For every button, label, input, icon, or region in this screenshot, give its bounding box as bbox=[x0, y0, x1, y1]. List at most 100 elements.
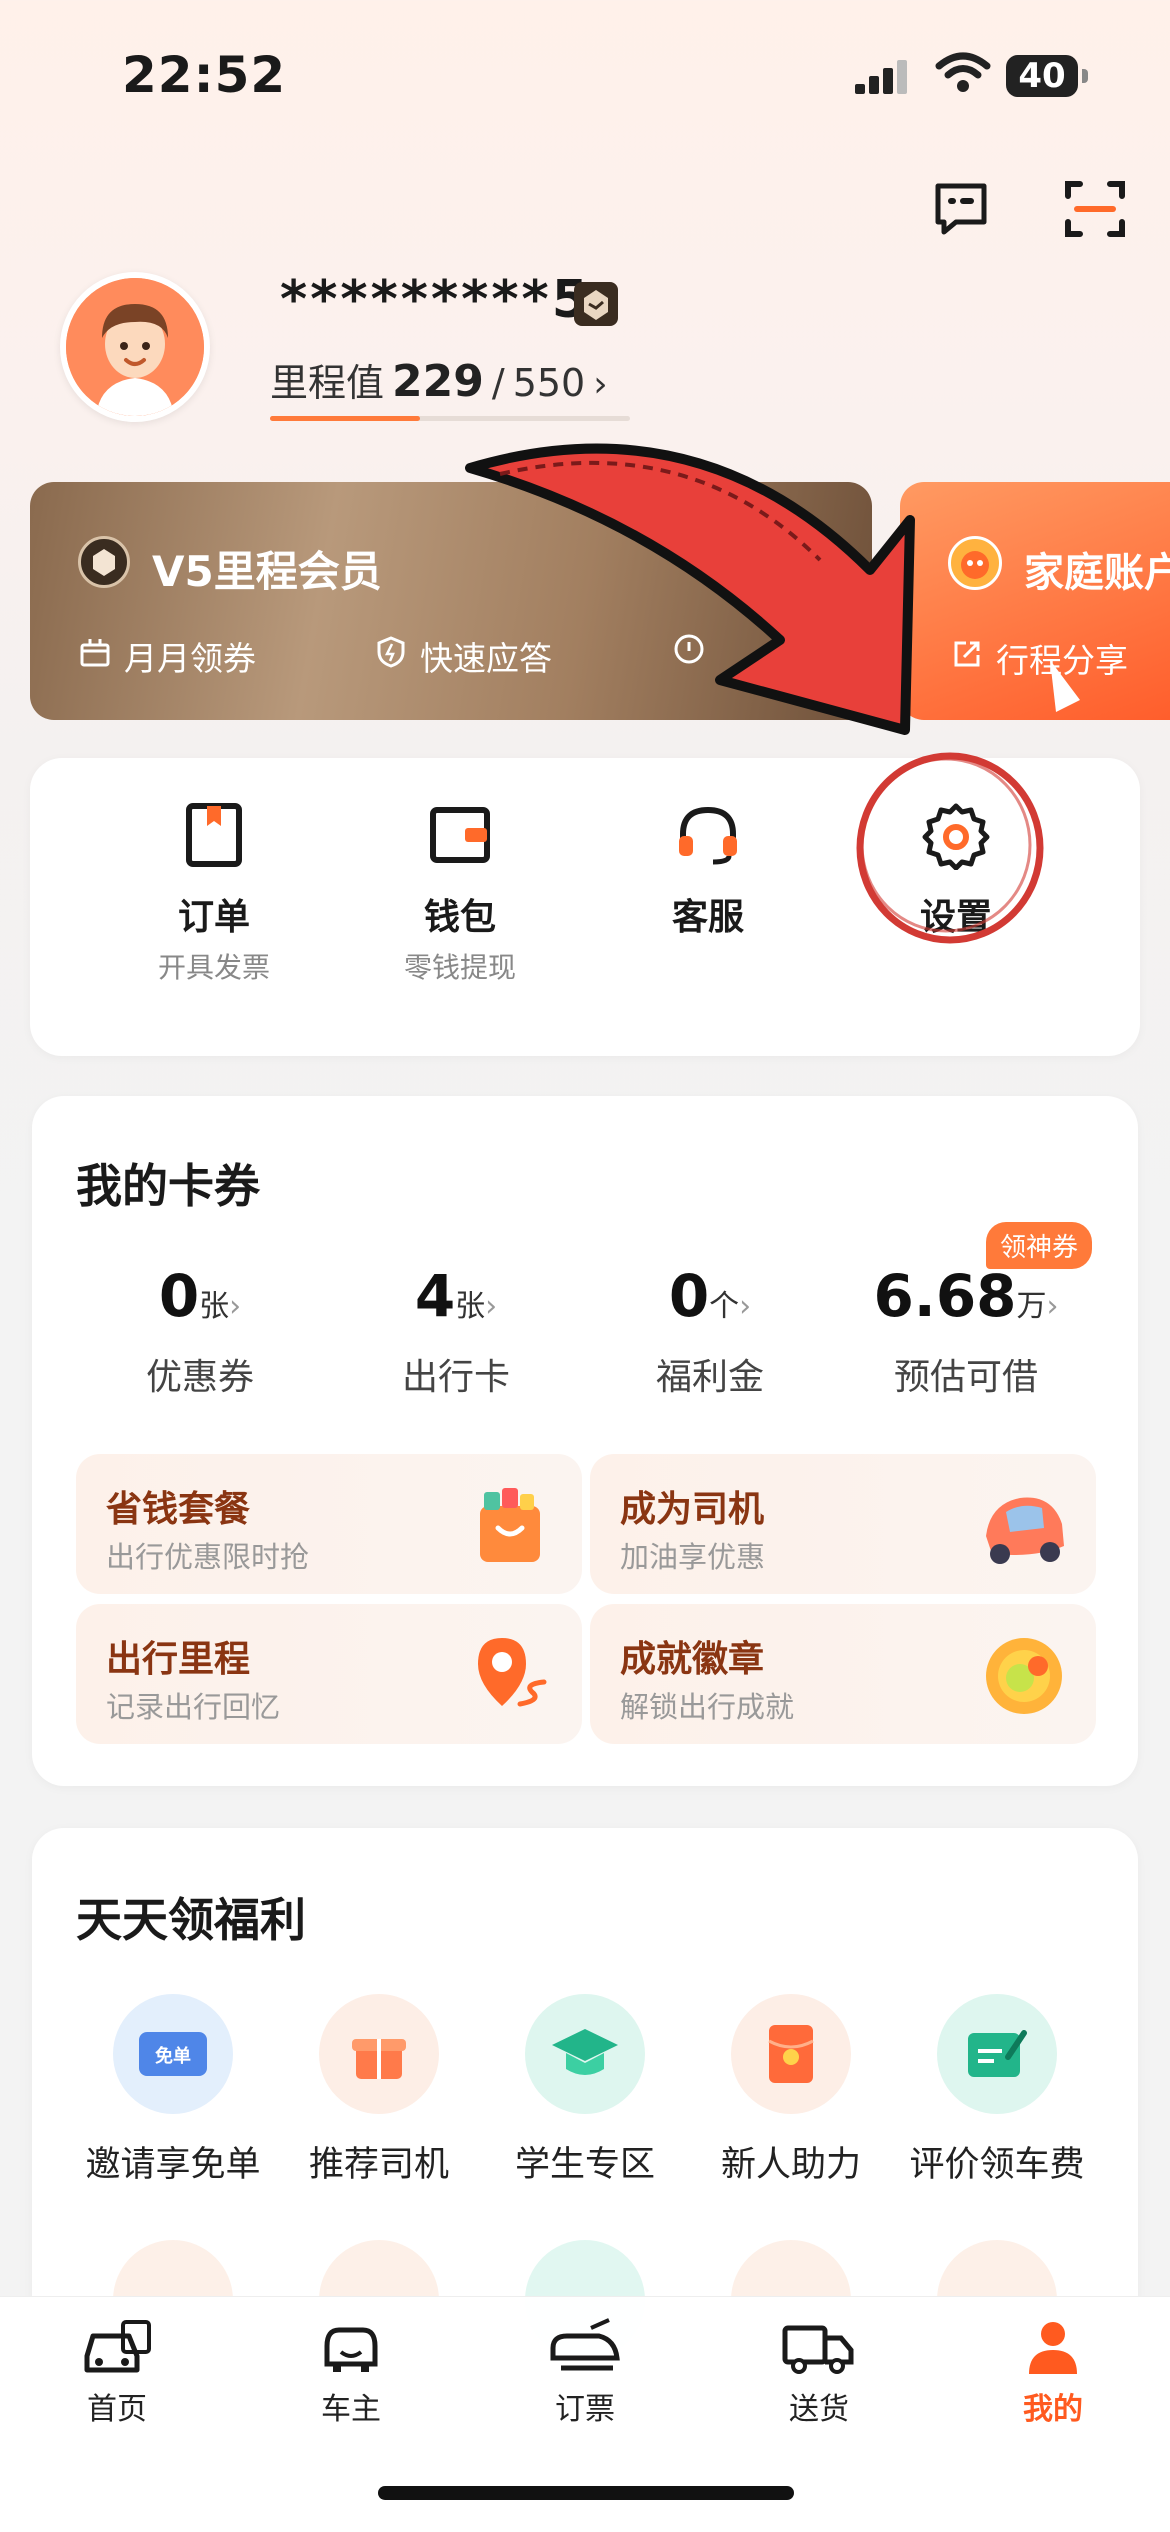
stat-value: 4 bbox=[414, 1262, 456, 1330]
quick-action-sub: 开具发票 bbox=[157, 951, 270, 984]
vip-perk-label: 快速应答 bbox=[420, 639, 552, 678]
promo-title: 成为司机 bbox=[620, 1489, 765, 1530]
welfare-label: 邀请享免单 bbox=[85, 2145, 261, 2185]
family-share[interactable]: 行程分享 bbox=[950, 634, 1128, 682]
info-circle-icon bbox=[672, 632, 706, 674]
vip-member-card[interactable] bbox=[30, 482, 872, 720]
status-time: 22:52 bbox=[122, 46, 287, 104]
promo-title: 省钱套餐 bbox=[106, 1489, 251, 1530]
stat-label: 出行卡 bbox=[401, 1357, 510, 1398]
avatar-illustration-icon bbox=[66, 278, 204, 416]
chevron-right-icon: › bbox=[739, 1289, 752, 1324]
scan-icon[interactable] bbox=[1064, 178, 1126, 240]
stat-credit[interactable]: 6.68万› 预估可借 bbox=[856, 1262, 1076, 1400]
message-icon[interactable] bbox=[930, 178, 992, 240]
quick-action-label: 客服 bbox=[671, 897, 744, 938]
username[interactable]: *********5 bbox=[280, 270, 591, 330]
stat-value: 0 bbox=[668, 1262, 710, 1330]
wallet-button[interactable]: 钱包 零钱提现 bbox=[360, 800, 560, 986]
stat-travel-cards[interactable]: 4张› 出行卡 bbox=[346, 1262, 566, 1400]
mileage-separator: / bbox=[491, 361, 505, 405]
driver-icon bbox=[324, 2327, 378, 2372]
welfare-label: 推荐司机 bbox=[308, 2145, 449, 2185]
car-home-icon bbox=[84, 2320, 151, 2373]
mileage-link[interactable]: 里程值 229 / 550 › bbox=[270, 352, 608, 407]
avatar[interactable] bbox=[60, 272, 210, 422]
quick-action-sub: 零钱提现 bbox=[403, 951, 516, 984]
tab-mine[interactable]: 我的 bbox=[978, 2318, 1128, 2428]
stat-label: 福利金 bbox=[655, 1357, 764, 1398]
chevron-right-icon: › bbox=[593, 364, 608, 405]
section-title: 我的卡券 bbox=[76, 1159, 260, 1213]
welfare-student-zone[interactable]: 学生专区 bbox=[480, 1994, 690, 2187]
section-title: 天天领福利 bbox=[76, 1893, 306, 1947]
tab-label: 首页 bbox=[87, 2392, 147, 2427]
promo-sub: 加油享优惠 bbox=[620, 1540, 766, 1574]
location-pin-icon bbox=[478, 1638, 547, 1707]
stat-welfare-fund[interactable]: 0个› 福利金 bbox=[600, 1262, 820, 1400]
stat-unit: 个 bbox=[709, 1289, 740, 1324]
gift-box-icon bbox=[78, 635, 112, 677]
mileage-max: 550 bbox=[512, 361, 586, 405]
mileage-label: 里程值 bbox=[270, 361, 385, 405]
order-button[interactable]: 订单 开具发票 bbox=[114, 800, 314, 986]
red-envelope-icon bbox=[731, 1994, 851, 2114]
train-icon bbox=[550, 2318, 620, 2371]
headset-icon bbox=[679, 806, 737, 865]
vip-title: V5里程会员 bbox=[152, 547, 382, 596]
review-icon bbox=[937, 1994, 1057, 2114]
medal-icon bbox=[986, 1638, 1062, 1714]
shopping-bag-icon bbox=[480, 1488, 540, 1562]
promo-saving-package[interactable]: 省钱套餐 出行优惠限时抢 bbox=[76, 1454, 582, 1594]
mileage-value: 229 bbox=[392, 356, 484, 407]
promo-become-driver[interactable]: 成为司机 加油享优惠 bbox=[590, 1454, 1096, 1594]
quick-action-label: 订单 bbox=[177, 897, 250, 938]
ticket-icon: 免单 bbox=[113, 1994, 233, 2114]
vip-perk-coupons: 月月领券 bbox=[78, 632, 256, 680]
mileage-progress-fill bbox=[270, 416, 420, 421]
welfare-recommend-driver[interactable]: 推荐司机 bbox=[274, 1994, 484, 2187]
stat-unit: 张 bbox=[455, 1289, 486, 1324]
share-icon bbox=[950, 637, 984, 679]
welfare-label: 新人助力 bbox=[720, 2145, 861, 2185]
stat-value: 6.68 bbox=[873, 1262, 1017, 1330]
vip-perk-label: 月月领券 bbox=[124, 639, 256, 678]
promo-title: 成就徽章 bbox=[620, 1639, 765, 1680]
settings-button[interactable]: 设置 bbox=[856, 800, 1056, 940]
tab-tickets[interactable]: 订票 bbox=[510, 2318, 660, 2428]
quick-action-label: 钱包 bbox=[423, 897, 496, 938]
vip-level-icon bbox=[574, 282, 618, 326]
vip-perk-fast-response: 快速应答 bbox=[374, 632, 552, 680]
chevron-right-icon: › bbox=[229, 1289, 242, 1324]
stat-coupons[interactable]: 0张› 优惠券 bbox=[90, 1262, 310, 1400]
stat-value: 0 bbox=[158, 1262, 200, 1330]
welfare-label: 学生专区 bbox=[514, 2145, 655, 2185]
welfare-newbie-boost[interactable]: 新人助力 bbox=[686, 1994, 896, 2187]
vip-logo-icon bbox=[78, 536, 130, 588]
tab-driver[interactable]: 车主 bbox=[276, 2318, 426, 2428]
tab-label: 我的 bbox=[1023, 2392, 1083, 2427]
tab-delivery[interactable]: 送货 bbox=[744, 2318, 894, 2428]
tab-label: 订票 bbox=[555, 2392, 615, 2427]
stat-label: 优惠券 bbox=[145, 1357, 254, 1398]
cellular-signal-icon bbox=[855, 60, 907, 94]
ticket-icon-text: 免单 bbox=[155, 2045, 191, 2067]
tab-home[interactable]: 首页 bbox=[42, 2318, 192, 2428]
gift-icon bbox=[319, 1994, 439, 2114]
promo-sub: 解锁出行成就 bbox=[620, 1690, 795, 1724]
promo-sub: 出行优惠限时抢 bbox=[106, 1540, 310, 1574]
customer-service-button[interactable]: 客服 bbox=[608, 800, 808, 940]
welfare-review-fare[interactable]: 评价领车费 bbox=[892, 1994, 1102, 2187]
quick-action-label: 设置 bbox=[919, 897, 992, 938]
welfare-invite-free-ride[interactable]: 免单 邀请享免单 bbox=[68, 1994, 278, 2187]
stat-label: 预估可借 bbox=[893, 1357, 1038, 1398]
home-indicator[interactable] bbox=[378, 2486, 794, 2500]
battery-cap bbox=[1082, 69, 1088, 83]
order-icon bbox=[186, 803, 242, 867]
family-account-card[interactable] bbox=[900, 482, 1170, 720]
promo-travel-mileage[interactable]: 出行里程 记录出行回忆 bbox=[76, 1604, 582, 1744]
chevron-right-icon: › bbox=[1046, 1289, 1059, 1324]
wallet-icon bbox=[430, 807, 490, 863]
promo-title: 出行里程 bbox=[106, 1639, 251, 1680]
promo-achievement-badges[interactable]: 成就徽章 解锁出行成就 bbox=[590, 1604, 1096, 1744]
